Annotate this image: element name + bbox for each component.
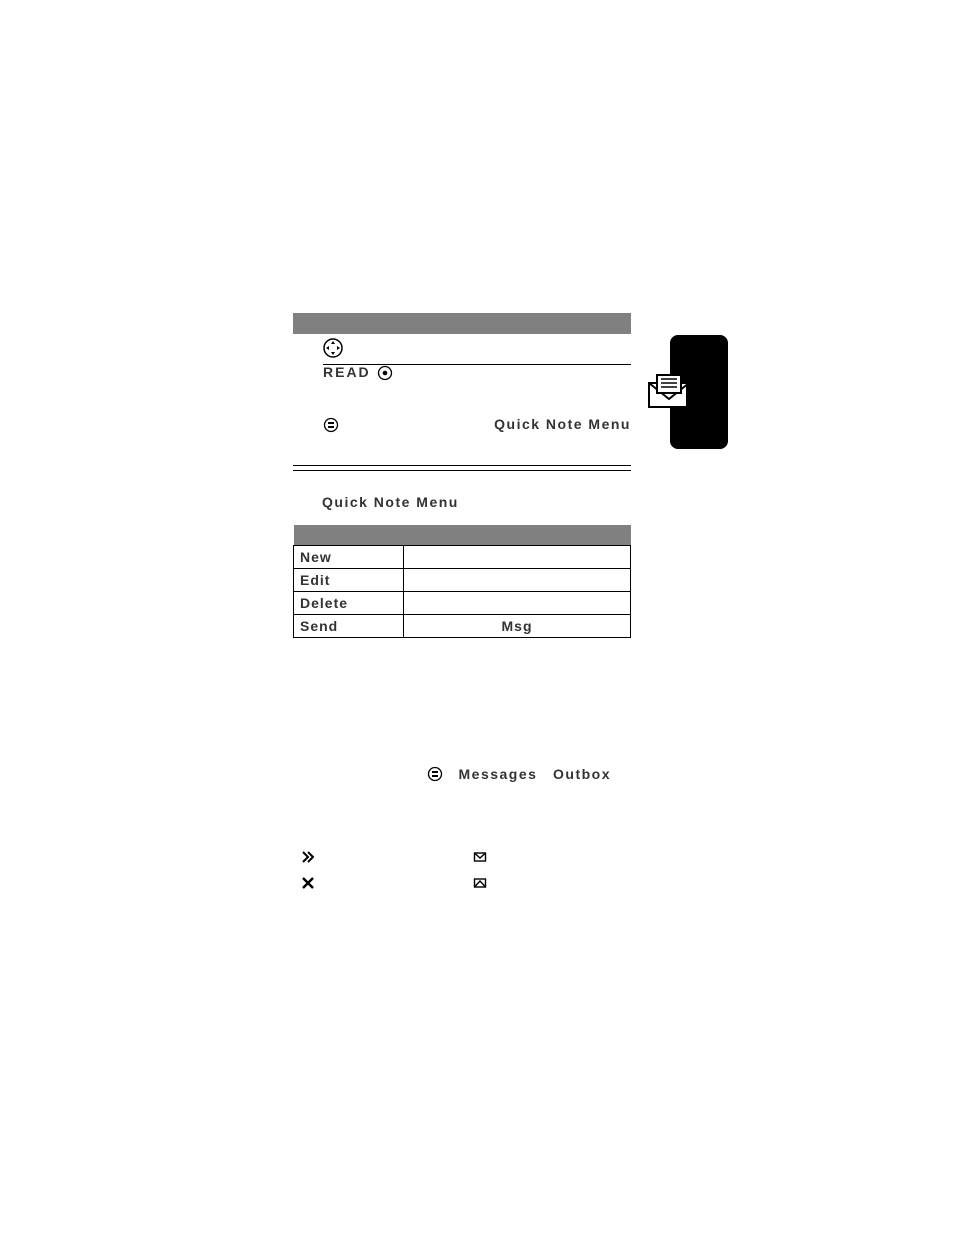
menu-hint-right: Quick Note Menu [494, 416, 631, 432]
in-progress-icon [300, 846, 316, 872]
delivered-icon [472, 846, 488, 872]
menu-step-row: Quick Note Menu [323, 416, 631, 433]
table-head-option [294, 525, 404, 546]
option-delete: Delete [294, 592, 404, 615]
dpad-icon [323, 338, 343, 358]
failed-icon [300, 872, 316, 898]
nav-step-row [323, 338, 631, 365]
menu-key-icon [427, 766, 443, 785]
option-send: Send [294, 615, 404, 638]
envelope-graphic [647, 373, 691, 409]
legend-row [472, 845, 640, 871]
manual-page: READ Quick Note Menu Quick Note Menu [0, 0, 954, 1235]
read-step-row: READ [323, 364, 631, 381]
desc-send-msg: Msg [502, 618, 533, 634]
table-header-row [294, 525, 631, 546]
desc-new [404, 546, 631, 569]
options-table: New Edit Delete Send Msg [293, 525, 631, 638]
status-icon-legend [300, 845, 640, 897]
desc-delete [404, 592, 631, 615]
center-select-icon [377, 365, 393, 381]
table-head-desc [404, 525, 631, 546]
option-edit: Edit [294, 569, 404, 592]
table-row: Send Msg [294, 615, 631, 638]
section-title: Quick Note Menu [322, 494, 459, 510]
legend-col-2 [472, 845, 640, 897]
read-label: READ [323, 364, 371, 380]
menu-key-icon [323, 417, 339, 433]
sent-icon [472, 872, 488, 898]
desc-edit [404, 569, 631, 592]
outbox-nav-line: Messages Outbox [293, 766, 631, 785]
header-bar [293, 313, 631, 334]
outbox-menu2: Outbox [553, 766, 611, 782]
table-row: Delete [294, 592, 631, 615]
table-row: New [294, 546, 631, 569]
desc-send: Msg [404, 615, 631, 638]
section-divider [293, 465, 631, 471]
legend-col-1 [300, 845, 468, 897]
legend-row [300, 871, 468, 897]
outbox-menu1: Messages [459, 766, 538, 782]
table-row: Edit [294, 569, 631, 592]
legend-row [472, 871, 640, 897]
legend-row [300, 845, 468, 871]
option-new: New [294, 546, 404, 569]
